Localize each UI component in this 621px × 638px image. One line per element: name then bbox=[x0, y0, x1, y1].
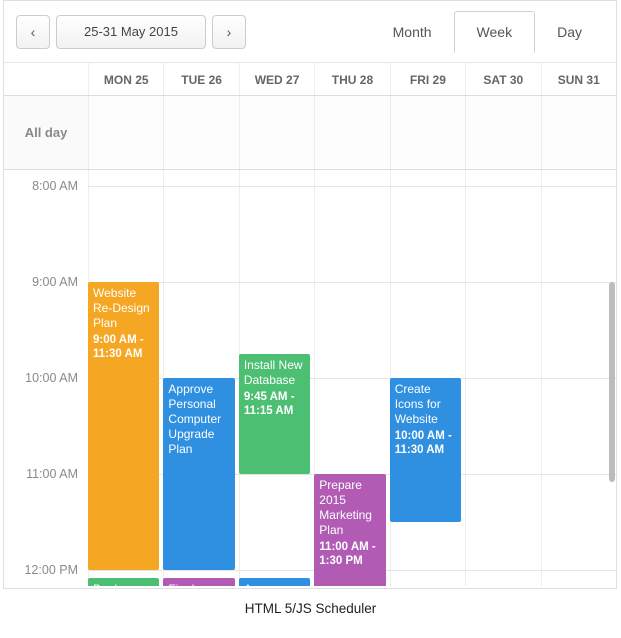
tab-week[interactable]: Week bbox=[454, 11, 536, 53]
hour-line bbox=[88, 282, 616, 283]
scheduler-grid: MON 25TUE 26WED 27THU 28FRI 29SAT 30SUN … bbox=[4, 63, 616, 588]
allday-cell[interactable] bbox=[541, 96, 616, 169]
next-button[interactable]: › bbox=[212, 15, 246, 49]
allday-cell[interactable] bbox=[163, 96, 238, 169]
day-header[interactable]: TUE 26 bbox=[163, 63, 238, 95]
event-time: 10:00 AM - 11:30 AM bbox=[395, 429, 456, 458]
event-time: 9:00 AM - 11:30 AM bbox=[93, 333, 154, 362]
time-label: 9:00 AM bbox=[32, 275, 78, 289]
event[interactable]: Install New Database9:45 AM - 11:15 AM bbox=[239, 354, 310, 474]
event-title: Final bbox=[168, 582, 229, 586]
time-labels: 8:00 AM 9:00 AM 10:00 AM 11:00 AM 12:00 PM bbox=[4, 170, 88, 586]
time-grid[interactable]: 8:00 AM 9:00 AM 10:00 AM 11:00 AM 12:00 PM W… bbox=[4, 170, 616, 586]
date-nav: ‹ 25-31 May 2015 › bbox=[16, 15, 246, 49]
allday-label: All day bbox=[4, 96, 88, 169]
time-col-header bbox=[4, 63, 88, 95]
allday-cell[interactable] bbox=[314, 96, 389, 169]
allday-cell[interactable] bbox=[465, 96, 540, 169]
event-title: Approve Personal Computer Upgrade Plan bbox=[168, 382, 229, 457]
date-range-button[interactable]: 25-31 May 2015 bbox=[56, 15, 206, 49]
day-header[interactable]: WED 27 bbox=[239, 63, 314, 95]
tab-month[interactable]: Month bbox=[371, 12, 454, 52]
event[interactable]: Approve bbox=[239, 578, 310, 586]
event-title: Install New Database bbox=[244, 358, 305, 388]
event[interactable]: Website Re-Design Plan9:00 AM - 11:30 AM bbox=[88, 282, 159, 570]
event-title: Book bbox=[93, 582, 154, 586]
scheduler: ‹ 25-31 May 2015 › Month Week Day MON 25… bbox=[3, 0, 617, 589]
prev-button[interactable]: ‹ bbox=[16, 15, 50, 49]
event[interactable]: Create Icons for Website10:00 AM - 11:30… bbox=[390, 378, 461, 522]
scrollbar-thumb[interactable] bbox=[609, 282, 615, 482]
hour-line bbox=[88, 186, 616, 187]
day-header[interactable]: SUN 31 bbox=[541, 63, 616, 95]
grid-header: MON 25TUE 26WED 27THU 28FRI 29SAT 30SUN … bbox=[4, 63, 616, 96]
view-tabs: Month Week Day bbox=[371, 11, 604, 52]
day-header[interactable]: FRI 29 bbox=[390, 63, 465, 95]
allday-cell[interactable] bbox=[239, 96, 314, 169]
event-time: 11:00 AM - 1:30 PM bbox=[319, 540, 380, 569]
event-time: 9:45 AM - 11:15 AM bbox=[244, 390, 305, 419]
time-label: 8:00 AM bbox=[32, 179, 78, 193]
day-header[interactable]: THU 28 bbox=[314, 63, 389, 95]
event[interactable]: Approve Personal Computer Upgrade Plan bbox=[163, 378, 234, 570]
toolbar: ‹ 25-31 May 2015 › Month Week Day bbox=[4, 1, 616, 63]
caption: HTML 5/JS Scheduler bbox=[0, 589, 621, 622]
day-headers: MON 25TUE 26WED 27THU 28FRI 29SAT 30SUN … bbox=[88, 63, 616, 95]
allday-cell[interactable] bbox=[88, 96, 163, 169]
event-title: Prepare 2015 Marketing Plan bbox=[319, 478, 380, 538]
allday-cells bbox=[88, 96, 616, 169]
event-title: Approve bbox=[244, 582, 305, 586]
event-title: Website Re-Design Plan bbox=[93, 286, 154, 331]
allday-row: All day bbox=[4, 96, 616, 170]
time-label: 12:00 PM bbox=[24, 563, 78, 577]
allday-cell[interactable] bbox=[390, 96, 465, 169]
event[interactable]: Final bbox=[163, 578, 234, 586]
time-label: 11:00 AM bbox=[26, 467, 78, 481]
event[interactable]: Prepare 2015 Marketing Plan11:00 AM - 1:… bbox=[314, 474, 385, 586]
event[interactable]: Book bbox=[88, 578, 159, 586]
day-header[interactable]: SAT 30 bbox=[465, 63, 540, 95]
day-header[interactable]: MON 25 bbox=[88, 63, 163, 95]
tab-day[interactable]: Day bbox=[535, 12, 604, 52]
grid-body[interactable]: Website Re-Design Plan9:00 AM - 11:30 AM… bbox=[88, 170, 616, 586]
time-label: 10:00 AM bbox=[25, 371, 78, 385]
event-title: Create Icons for Website bbox=[395, 382, 456, 427]
